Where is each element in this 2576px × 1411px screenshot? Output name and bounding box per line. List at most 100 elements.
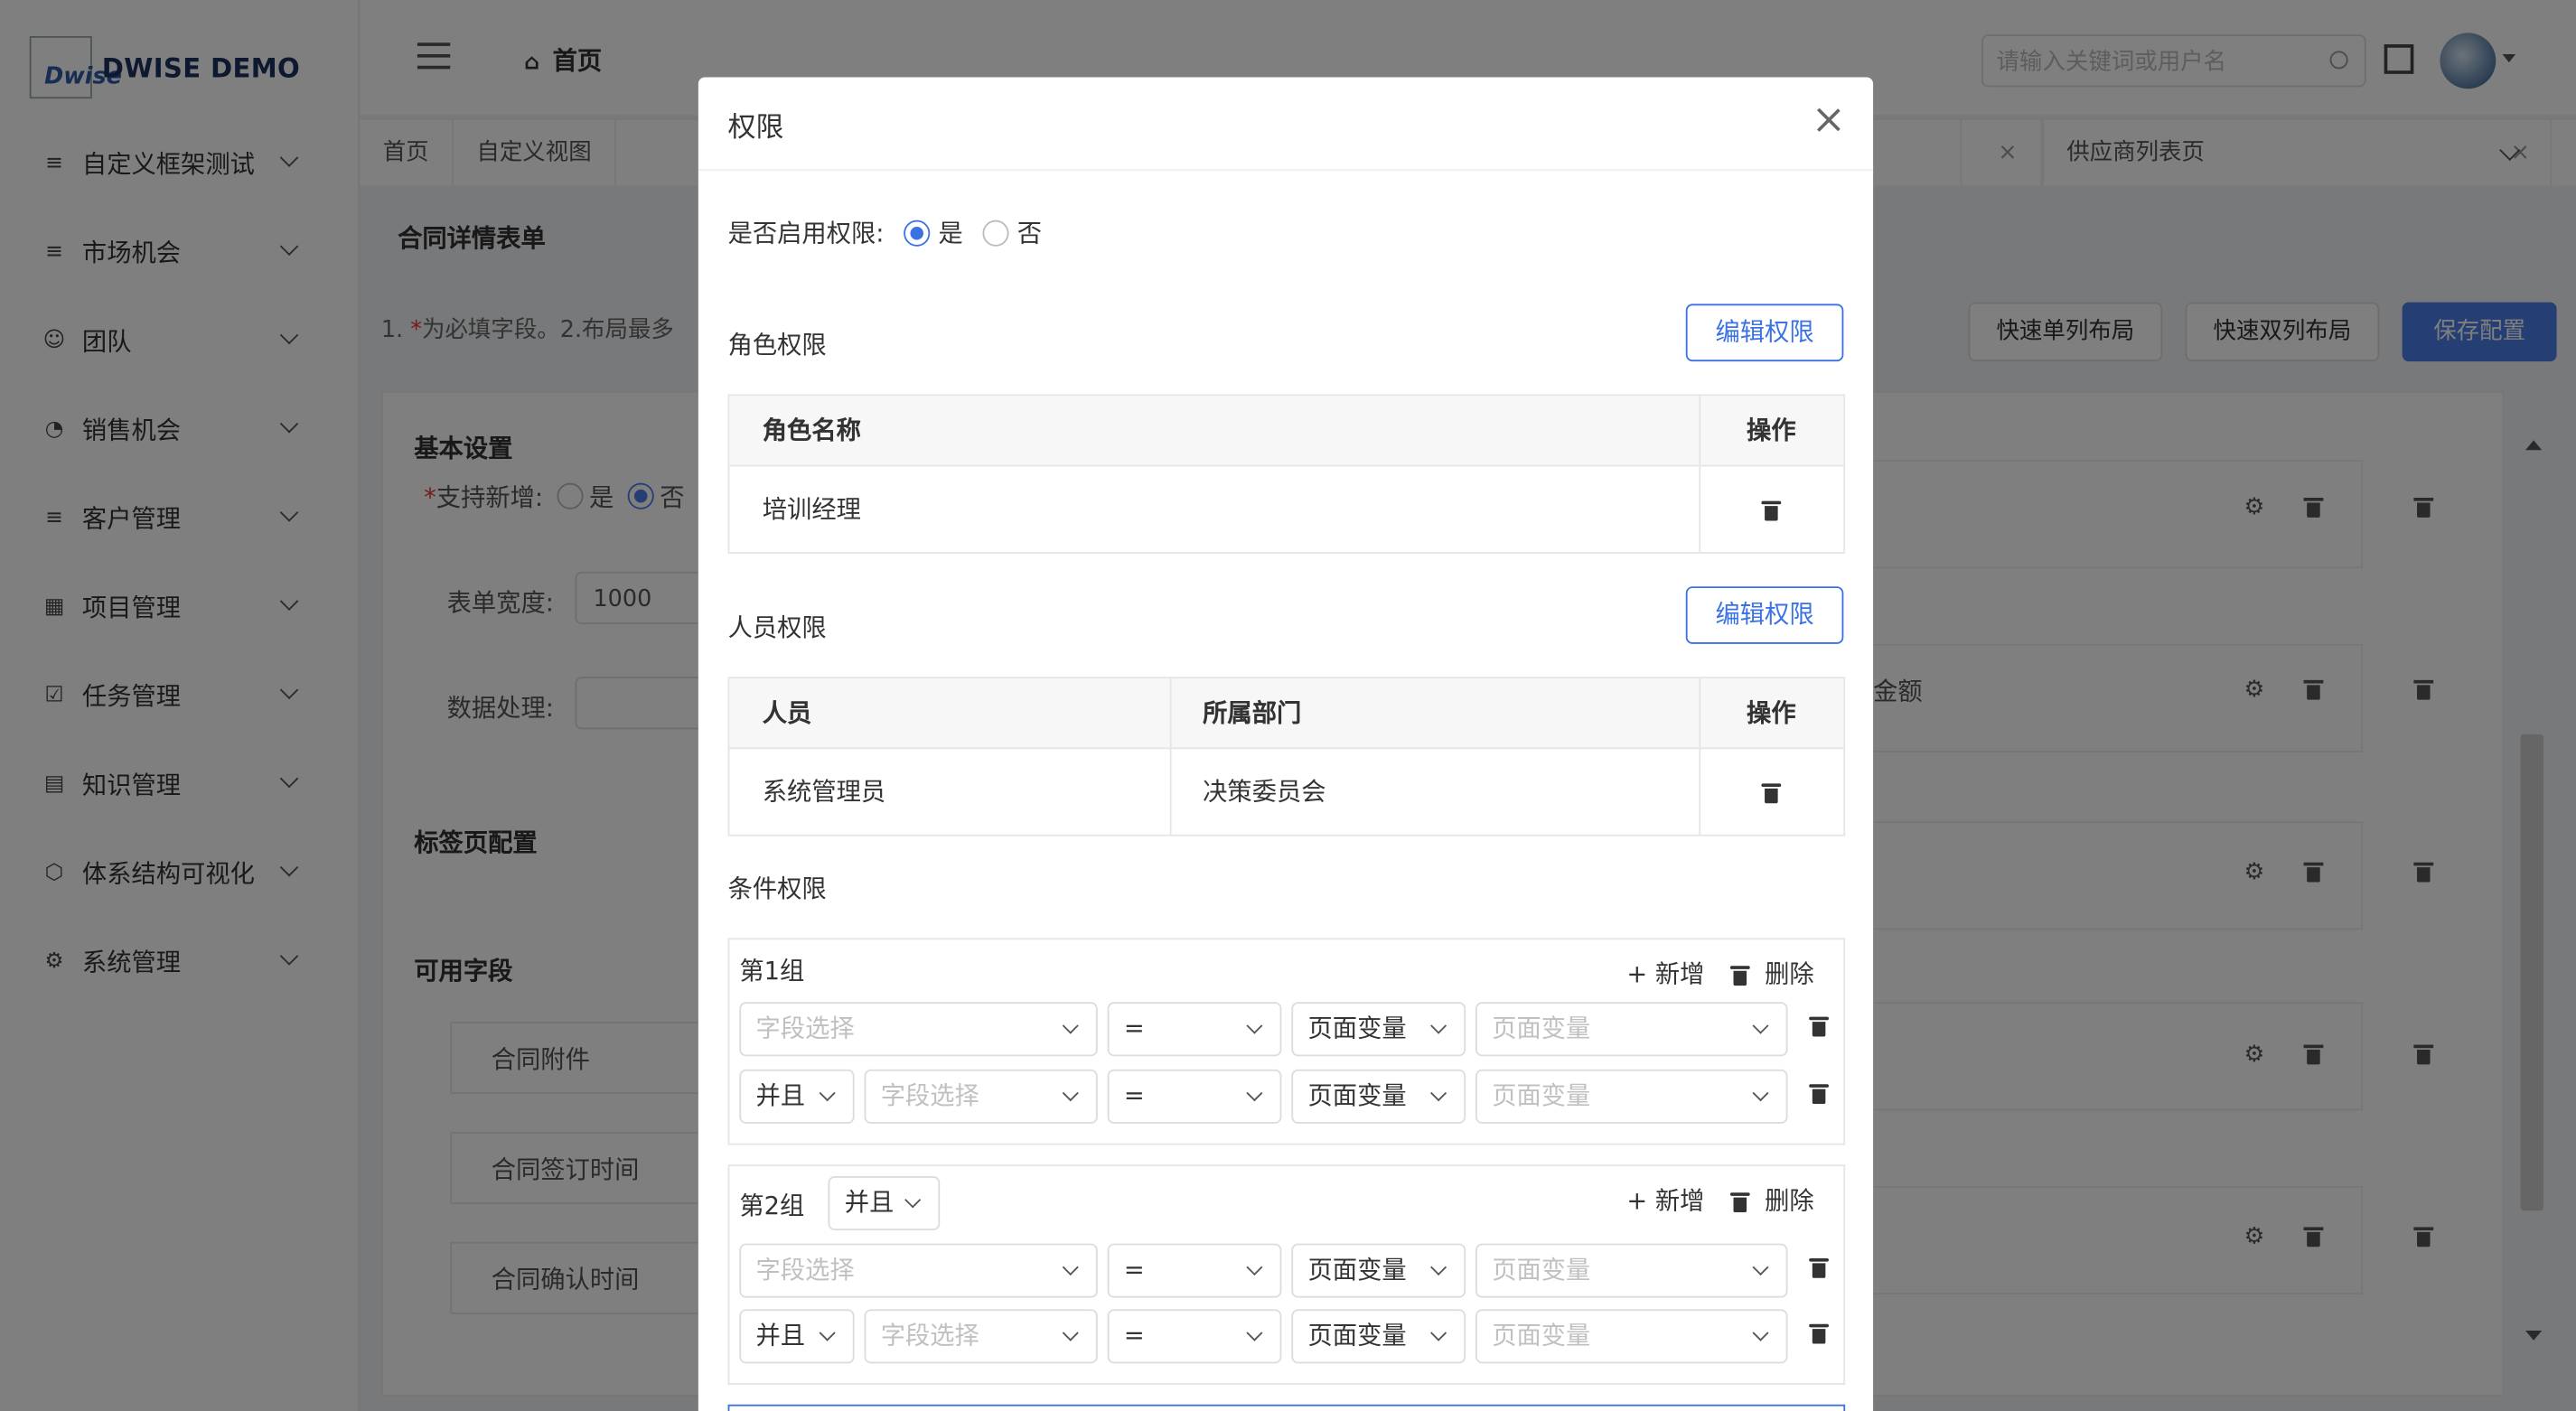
select-placeholder: 字段选择 [755, 1014, 855, 1043]
radio-checked-icon[interactable] [904, 219, 931, 246]
column-divider [1699, 396, 1701, 553]
column-header: 所属部门 [1169, 678, 1700, 750]
trash-icon [1729, 1192, 1750, 1213]
select-value: 并且 [844, 1187, 895, 1218]
column-header: 人员 [729, 678, 1170, 750]
select-placeholder: 字段选择 [755, 1255, 855, 1285]
field-select[interactable]: 字段选择 [864, 1069, 1098, 1124]
enable-no-label: 否 [1016, 218, 1043, 248]
chevron-down-icon [819, 1324, 836, 1341]
role-table: 角色名称 操作 培训经理 [727, 394, 1846, 554]
select-placeholder: 字段选择 [880, 1321, 979, 1350]
column-divider [1699, 678, 1701, 835]
value-select[interactable]: 页面变量 [1475, 1069, 1788, 1124]
enable-yes-label: 是 [938, 218, 963, 248]
trash-icon[interactable] [1761, 783, 1782, 804]
chevron-down-icon [904, 1191, 922, 1209]
chevron-down-icon [1246, 1017, 1263, 1034]
chevron-down-icon [1062, 1324, 1079, 1341]
chevron-down-icon [1430, 1324, 1447, 1341]
condition-group: 第2组 并且 + 新增 删除 字段选择 = 页面变量 页面变量 并且 字段选择 … [727, 1164, 1846, 1385]
chevron-down-icon [1246, 1258, 1263, 1276]
field-select[interactable]: 字段选择 [739, 1002, 1098, 1057]
chevron-down-icon [1752, 1017, 1769, 1034]
value-select[interactable]: 页面变量 [1475, 1002, 1788, 1057]
close-icon[interactable] [1815, 107, 1841, 133]
trash-icon[interactable] [1761, 500, 1782, 521]
table-cell: 培训经理 [762, 494, 861, 525]
select-value: 并且 [755, 1080, 806, 1111]
group-title: 第2组 [739, 1191, 805, 1221]
trash-icon[interactable] [1809, 1323, 1829, 1344]
delete-label: 删除 [1765, 959, 1814, 989]
add-condition-button[interactable]: + 新增 [1626, 1182, 1704, 1217]
column-header: 操作 [1699, 396, 1844, 467]
dialog-header: 权限 [698, 77, 1874, 172]
chevron-down-icon [1062, 1085, 1079, 1102]
delete-label: 删除 [1765, 1185, 1814, 1216]
chevron-down-icon [1246, 1085, 1263, 1102]
chevron-down-icon [1752, 1085, 1769, 1102]
chevron-down-icon [819, 1085, 836, 1102]
field-select[interactable]: 字段选择 [864, 1309, 1098, 1364]
operator-select[interactable]: = [1107, 1243, 1282, 1298]
delete-group-button[interactable]: 删除 [1729, 956, 1814, 990]
trash-icon[interactable] [1809, 1016, 1829, 1037]
field-select[interactable]: 字段选择 [739, 1243, 1098, 1298]
add-condition-button[interactable]: + 新增 [1626, 956, 1704, 990]
table-cell: 系统管理员 [762, 777, 886, 807]
value-select[interactable]: 页面变量 [1475, 1243, 1788, 1298]
user-permission-heading: 人员权限 [727, 612, 827, 643]
select-placeholder: 页面变量 [1492, 1014, 1591, 1043]
chevron-down-icon [1430, 1017, 1447, 1034]
column-header: 操作 [1699, 678, 1844, 750]
chevron-down-icon [1430, 1085, 1447, 1102]
select-placeholder: 页面变量 [1492, 1321, 1591, 1350]
select-value: 页面变量 [1307, 1321, 1407, 1350]
radio-unchecked-icon[interactable] [982, 219, 1009, 246]
edit-role-permission-button[interactable]: 编辑权限 [1685, 304, 1844, 362]
select-placeholder: 字段选择 [880, 1080, 979, 1111]
permission-dialog: 权限 是否启用权限: 是 否 角色权限 编辑权限 角色名称 操作 培训经理 人员… [698, 77, 1874, 1411]
value-select[interactable]: 页面变量 [1475, 1309, 1788, 1364]
group-logic-select[interactable]: 并且 [828, 1176, 941, 1231]
select-value: 页面变量 [1307, 1255, 1407, 1285]
chevron-down-icon [1062, 1017, 1079, 1034]
operator-select[interactable]: = [1107, 1069, 1282, 1124]
enable-permission-row: 是否启用权限: 是 否 [728, 215, 1043, 249]
value-type-select[interactable]: 页面变量 [1291, 1243, 1466, 1298]
logic-select[interactable]: 并且 [739, 1069, 855, 1124]
column-header: 角色名称 [729, 396, 1700, 467]
select-placeholder: 页面变量 [1492, 1255, 1591, 1285]
delete-group-button[interactable]: 删除 [1729, 1182, 1814, 1217]
operator-select[interactable]: = [1107, 1309, 1282, 1364]
condition-group: 第1组 + 新增 删除 字段选择 = 页面变量 页面变量 并且 字段选择 = 页… [727, 938, 1846, 1145]
enable-yes-option[interactable]: 是 [904, 215, 963, 249]
select-value: 页面变量 [1307, 1080, 1407, 1111]
trash-icon[interactable] [1809, 1257, 1829, 1278]
enable-permission-label: 是否启用权限: [727, 218, 885, 248]
enable-no-option[interactable]: 否 [982, 215, 1043, 249]
chevron-down-icon [1752, 1258, 1769, 1276]
chevron-down-icon [1752, 1324, 1769, 1341]
chevron-down-icon [1430, 1258, 1447, 1276]
operator-select[interactable]: = [1107, 1002, 1282, 1057]
select-value: = [1123, 1080, 1145, 1111]
select-value: = [1123, 1014, 1145, 1043]
value-type-select[interactable]: 页面变量 [1291, 1309, 1466, 1364]
table-cell: 决策委员会 [1203, 777, 1326, 807]
edit-user-permission-button[interactable]: 编辑权限 [1685, 586, 1844, 644]
trash-icon [1729, 966, 1750, 986]
value-type-select[interactable]: 页面变量 [1291, 1002, 1466, 1057]
chevron-down-icon [1246, 1324, 1263, 1341]
trash-icon[interactable] [1809, 1084, 1829, 1105]
select-value: 并且 [755, 1321, 806, 1350]
chevron-down-icon [1062, 1258, 1079, 1276]
select-value: = [1123, 1255, 1145, 1285]
role-permission-heading: 角色权限 [727, 330, 827, 360]
dialog-title: 权限 [727, 111, 784, 145]
select-placeholder: 页面变量 [1492, 1080, 1591, 1111]
select-value: = [1123, 1321, 1145, 1350]
value-type-select[interactable]: 页面变量 [1291, 1069, 1466, 1124]
logic-select[interactable]: 并且 [739, 1309, 855, 1364]
